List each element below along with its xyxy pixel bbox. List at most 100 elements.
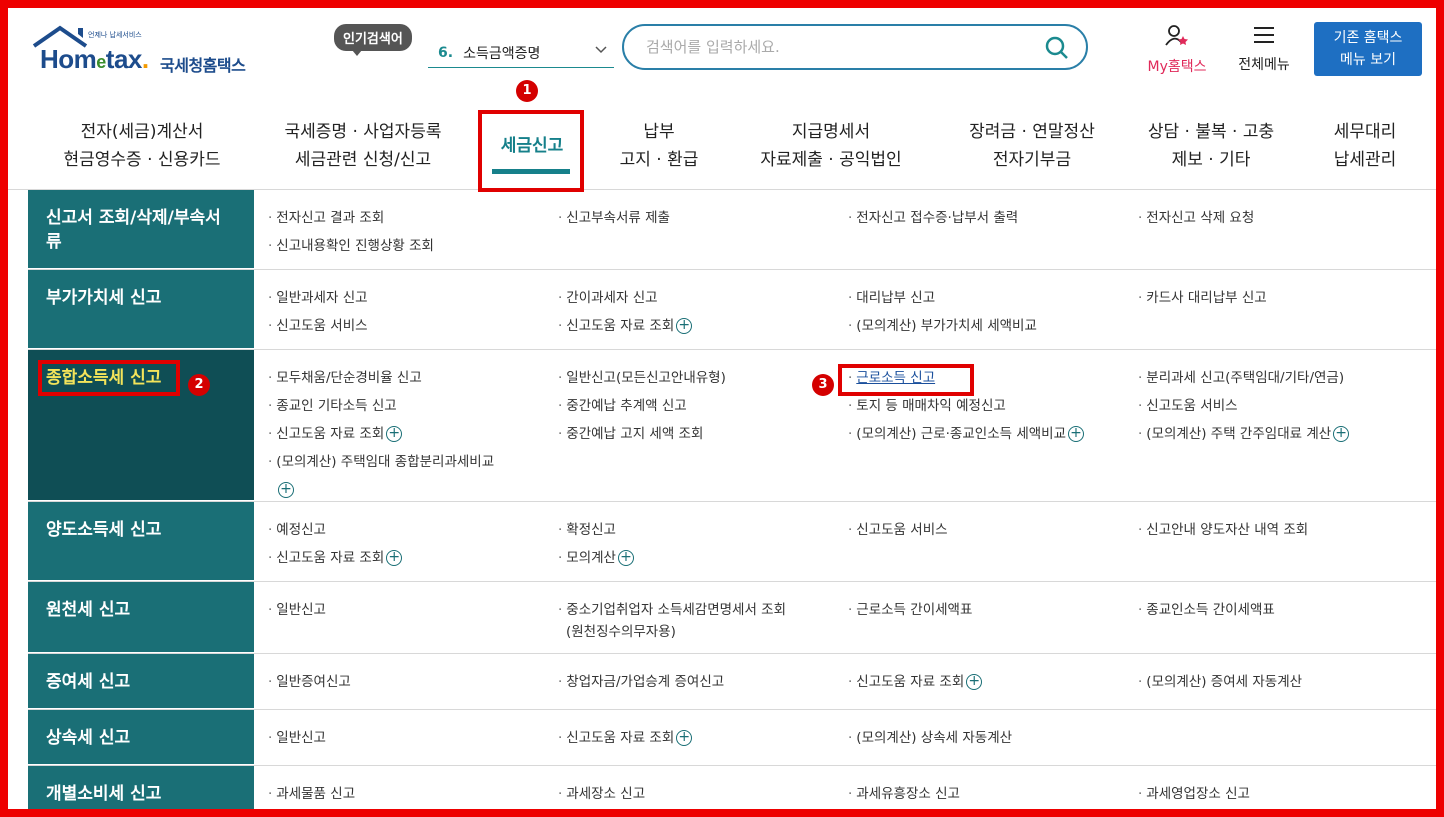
all-menu-button[interactable]: 전체메뉴 [1226, 24, 1302, 74]
link-item-expandable[interactable]: (모의계산) 주택 간주임대료 계산+ [1138, 420, 1428, 448]
nav-label-line2: 현금영수증 · 신용카드 [63, 150, 221, 170]
link-item-expandable[interactable]: 신고도움 자료 조회+ [848, 668, 1138, 696]
nav-e-invoice[interactable]: 전자(세금)계산서 현금영수증 · 신용카드 [52, 118, 232, 174]
nav-label-line1: 세무대리 [1333, 122, 1397, 142]
menu-row: 증여세 신고 일반증여신고 창업자금/가업승계 증여신고 신고도움 자료 조회+… [28, 654, 1436, 710]
link-item[interactable]: 신고도움 서비스 [1138, 392, 1428, 420]
myhometax-label: My홈택스 [1147, 59, 1207, 75]
link-item[interactable]: 대리납부 신고 [848, 284, 1138, 312]
link-item[interactable]: 전자신고 접수증·납부서 출력 [848, 204, 1138, 232]
nav-label-line2: 자료제출 · 공익법인 [760, 150, 902, 170]
link-item[interactable]: 카드사 대리납부 신고 [1138, 284, 1428, 312]
link-item[interactable]: 전자신고 결과 조회 [268, 204, 558, 232]
popular-search-select[interactable]: 6. 소득금액증명 [428, 38, 614, 68]
link-item-expandable[interactable]: 신고도움 자료 조회+ [268, 420, 558, 448]
link-item[interactable]: (모의계산) 증여세 자동계산 [1138, 668, 1428, 696]
link-item-expandable[interactable]: 신고도움 자료 조회+ [558, 312, 848, 340]
link-item[interactable]: (모의계산) 주택임대 종합분리과세비교 [268, 448, 558, 476]
plus-circle-icon[interactable]: + [386, 550, 403, 566]
link-item[interactable]: 과세물품 신고 [268, 780, 558, 808]
link-item[interactable]: 신고부속서류 제출 [558, 204, 848, 232]
link-item-expandable[interactable]: 모의계산+ [558, 544, 848, 572]
link-item[interactable]: 신고도움 서비스 [268, 312, 558, 340]
link-group: 전자신고 결과 조회 신고부속서류 제출 전자신고 접수증·납부서 출력 전자신… [254, 190, 1436, 270]
link-item[interactable]: 토지 등 매매차익 예정신고 [848, 392, 1138, 420]
link-item[interactable]: 신고내용확인 진행상황 조회 [268, 232, 558, 260]
highlight-box-income-tax [38, 360, 180, 396]
link-item-continuation: (원천징수의무자용) [566, 624, 676, 640]
category-vat[interactable]: 부가가치세 신고 [28, 270, 254, 349]
link-item[interactable]: 신고안내 양도자산 내역 조회 [1138, 516, 1428, 544]
link-item[interactable]: 분리과세 신고(주택임대/기타/연금) [1138, 364, 1428, 392]
step-marker-2: 2 [188, 374, 210, 396]
hometax-logo[interactable]: 언제나 납세서비스 Hometax. 국세청홈택스 [30, 24, 270, 80]
myhometax-button[interactable]: My홈택스 [1138, 24, 1216, 76]
link-item[interactable]: 근로소득 간이세액표 [848, 596, 1138, 618]
submenu-panel: 신고서 조회/삭제/부속서류 전자신고 결과 조회 신고부속서류 제출 전자신고… [28, 190, 1436, 809]
link-item[interactable]: 중간예납 추계액 신고 [558, 392, 848, 420]
link-item[interactable]: 종교인소득 간이세액표 [1138, 596, 1428, 618]
highlight-box-earned-income [838, 364, 974, 396]
category-gift-tax[interactable]: 증여세 신고 [28, 654, 254, 709]
link-item-expandable[interactable]: 신고도움 자료 조회+ [268, 544, 558, 572]
nav-consulting[interactable]: 상담 · 불복 · 고충 제보 · 기타 [1136, 118, 1286, 174]
menu-row: 부가가치세 신고 일반과세자 신고 간이과세자 신고 대리납부 신고 카드사 대… [28, 270, 1436, 350]
nav-payment[interactable]: 납부 고지 · 환급 [604, 118, 714, 174]
link-item[interactable]: (모의계산) 부가가치세 세액비교 [848, 312, 1138, 340]
category-capital-gains[interactable]: 양도소득세 신고 [28, 502, 254, 581]
category-filing-lookup[interactable]: 신고서 조회/삭제/부속서류 [28, 190, 254, 269]
plus-circle-icon[interactable]: + [617, 550, 634, 566]
link-item[interactable]: 일반신고 [268, 724, 558, 752]
link-item-expandable[interactable]: 신고도움 자료 조회+ [558, 724, 848, 752]
link-item[interactable]: 중소기업취업자 소득세감면명세서 조회 [558, 596, 848, 618]
link-item[interactable]: 예정신고 [268, 516, 558, 544]
link-item[interactable]: 간이과세자 신고 [558, 284, 848, 312]
link-item[interactable]: 창업자금/가업승계 증여신고 [558, 668, 848, 696]
link-item[interactable]: 일반증여신고 [268, 668, 558, 696]
highlight-box-tax-filing [478, 110, 584, 192]
chevron-down-icon [594, 43, 608, 61]
link-item[interactable]: 일반신고(모든신고안내유형) [558, 364, 848, 392]
link-item[interactable]: 과세장소 신고 [558, 780, 848, 808]
plus-circle-icon[interactable]: + [1068, 426, 1085, 442]
link-item[interactable]: 과세유흥장소 신고 [848, 780, 1138, 808]
plus-circle-icon[interactable]: + [966, 674, 983, 690]
link-item[interactable]: 종교인 기타소득 신고 [268, 392, 558, 420]
link-item[interactable]: 신고도움 서비스 [848, 516, 1138, 544]
search-input[interactable] [646, 35, 1026, 59]
plus-circle-icon[interactable]: + [676, 318, 693, 334]
link-item[interactable]: 과세영업장소 신고 [1138, 780, 1428, 808]
plus-circle-icon[interactable]: + [386, 426, 403, 442]
logo-brand: Hometax. [40, 44, 149, 74]
nav-certificates[interactable]: 국세증명 · 사업자등록 세금관련 신청/신고 [268, 118, 458, 174]
link-item[interactable]: 확정신고 [558, 516, 848, 544]
step-marker-3: 3 [812, 374, 834, 396]
logo-org-name: 국세청홈택스 [160, 56, 246, 75]
link-item[interactable]: 일반과세자 신고 [268, 284, 558, 312]
nav-payment-statement[interactable]: 지급명세서 자료제출 · 공익법인 [746, 118, 916, 174]
category-inheritance-tax[interactable]: 상속세 신고 [28, 710, 254, 765]
logo-tagline: 언제나 납세서비스 [88, 31, 142, 39]
nav-incentive[interactable]: 장려금 · 연말정산 전자기부금 [948, 118, 1116, 174]
category-withholding[interactable]: 원천세 신고 [28, 582, 254, 653]
search-icon[interactable] [1044, 35, 1070, 61]
nav-label-line1: 장려금 · 연말정산 [969, 122, 1095, 142]
link-item-continuation: + [268, 476, 558, 500]
category-excise-tax[interactable]: 개별소비세 신고 [28, 766, 254, 809]
link-item[interactable]: 일반신고 [268, 596, 558, 618]
step-marker-1: 1 [516, 80, 538, 102]
old-hometax-menu-button[interactable]: 기존 홈택스 메뉴 보기 [1314, 22, 1422, 76]
nav-label-line1: 지급명세서 [791, 122, 871, 142]
nav-tax-agent[interactable]: 세무대리 납세관리 [1320, 118, 1410, 174]
link-item[interactable]: 모두채움/단순경비율 신고 [268, 364, 558, 392]
link-item[interactable]: 전자신고 삭제 요청 [1138, 204, 1428, 232]
popular-search-badge: 인기검색어 [334, 24, 412, 56]
plus-circle-icon[interactable]: + [278, 482, 294, 498]
link-item[interactable]: 중간예납 고지 세액 조회 [558, 420, 848, 448]
plus-circle-icon[interactable]: + [1333, 426, 1350, 442]
plus-circle-icon[interactable]: + [676, 730, 693, 746]
popular-term: 소득금액증명 [463, 45, 541, 62]
link-item[interactable]: (모의계산) 상속세 자동계산 [848, 724, 1138, 752]
link-item-expandable[interactable]: (모의계산) 근로·종교인소득 세액비교+ [848, 420, 1138, 448]
nav-label-line2: 제보 · 기타 [1171, 150, 1251, 170]
